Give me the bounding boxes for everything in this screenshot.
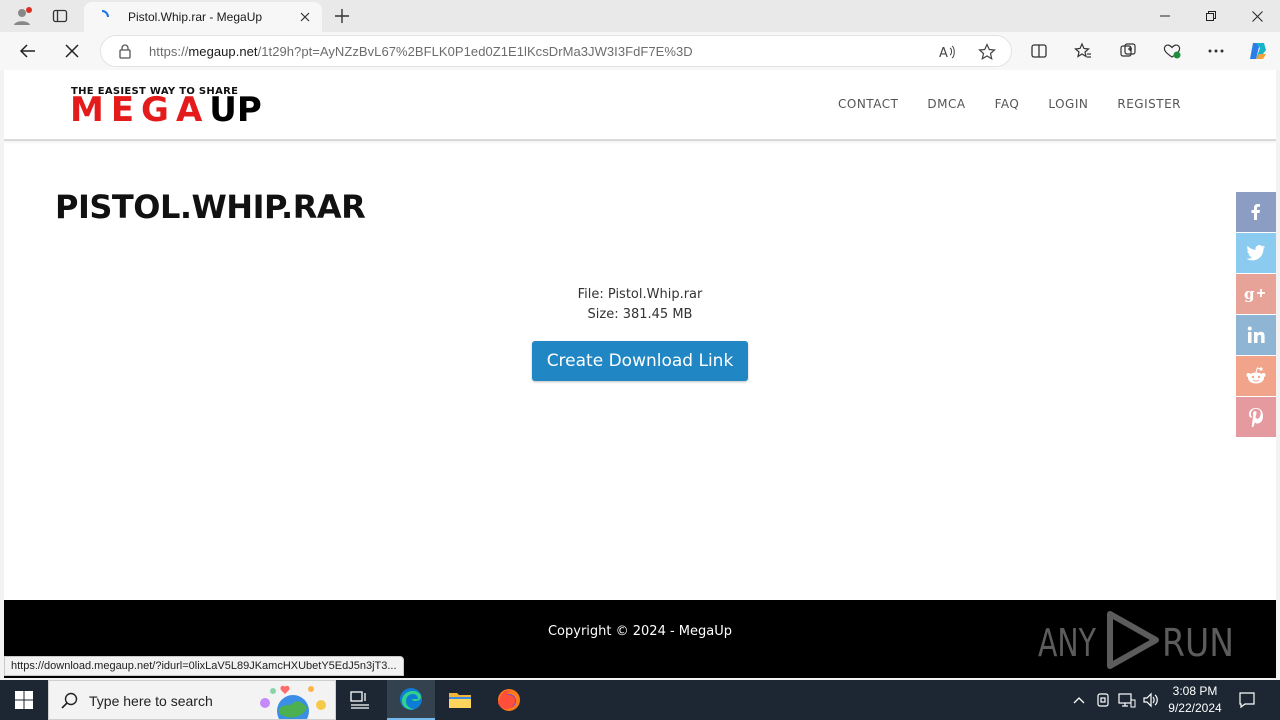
anyrun-watermark-icon: ANY RUN bbox=[1038, 611, 1234, 669]
profile-avatar-icon[interactable] bbox=[10, 4, 34, 28]
copilot-icon[interactable] bbox=[1244, 37, 1272, 65]
page-viewport: THE EASIEST WAY TO SHARE MEGAUP CONTACT … bbox=[4, 70, 1276, 678]
notification-center-icon[interactable] bbox=[1237, 690, 1257, 710]
address-bar[interactable]: https://megaup.net/1t29h?pt=AyNZzBvL67%2… bbox=[100, 35, 1012, 67]
nav-contact[interactable]: CONTACT bbox=[838, 97, 898, 111]
tray-volume-icon[interactable] bbox=[1141, 690, 1161, 710]
site-header: THE EASIEST WAY TO SHARE MEGAUP CONTACT … bbox=[4, 70, 1276, 141]
create-download-link-button[interactable]: Create Download Link bbox=[532, 341, 748, 381]
new-tab-icon[interactable] bbox=[330, 4, 354, 28]
file-size: Size: 381.45 MB bbox=[587, 307, 693, 322]
facebook-icon[interactable] bbox=[1236, 192, 1276, 232]
loading-favicon-icon bbox=[94, 9, 110, 25]
url-text[interactable]: https://megaup.net/1t29h?pt=AyNZzBvL67%2… bbox=[149, 44, 693, 59]
read-aloud-icon[interactable]: A bbox=[935, 40, 959, 64]
browser-toolbar: https://megaup.net/1t29h?pt=AyNZzBvL67%2… bbox=[0, 32, 1280, 70]
clock-time: 3:08 PM bbox=[1172, 684, 1218, 698]
taskbar-clock[interactable]: 3:08 PM 9/22/2024 bbox=[1160, 683, 1230, 717]
nav-faq[interactable]: FAQ bbox=[995, 97, 1020, 111]
tray-overflow-chevron-icon[interactable] bbox=[1069, 690, 1089, 710]
pinterest-icon[interactable] bbox=[1236, 397, 1276, 437]
restore-window-icon[interactable] bbox=[1188, 0, 1234, 32]
windows-start-icon[interactable] bbox=[0, 680, 48, 720]
file-name: File: Pistol.Whip.rar bbox=[577, 287, 703, 302]
linkedin-icon[interactable] bbox=[1236, 315, 1276, 355]
status-bar-url: https://download.megaup.net/?idurl=0lixL… bbox=[4, 656, 404, 676]
minimize-window-icon[interactable] bbox=[1142, 0, 1188, 32]
windows-taskbar: Type here to search 3:08 PM 9/22/2024 bbox=[0, 680, 1280, 720]
social-share-bar: g bbox=[1236, 192, 1276, 438]
tab-close-icon[interactable] bbox=[296, 8, 314, 26]
search-placeholder: Type here to search bbox=[89, 693, 213, 709]
browser-essentials-icon[interactable] bbox=[1158, 37, 1186, 65]
tab-actions-icon[interactable] bbox=[48, 4, 72, 28]
site-nav: CONTACT DMCA FAQ LOGIN REGISTER bbox=[809, 97, 1181, 111]
more-options-icon[interactable] bbox=[1202, 37, 1230, 65]
file-explorer-icon[interactable] bbox=[436, 680, 484, 720]
browser-tabstrip: Pistol.Whip.rar - MegaUp bbox=[0, 0, 1280, 32]
svg-text:ANY: ANY bbox=[1038, 621, 1097, 665]
clock-date: 9/22/2024 bbox=[1168, 701, 1222, 715]
stop-loading-icon[interactable] bbox=[58, 37, 86, 65]
lock-icon[interactable] bbox=[117, 43, 133, 59]
search-icon bbox=[61, 692, 78, 709]
nav-dmca[interactable]: DMCA bbox=[927, 97, 965, 111]
tray-network-icon[interactable] bbox=[1117, 690, 1137, 710]
twitter-icon[interactable] bbox=[1236, 233, 1276, 273]
tab-title: Pistol.Whip.rar - MegaUp bbox=[128, 10, 263, 24]
file-info: File: Pistol.Whip.rar Size: 381.45 MB bbox=[4, 285, 1276, 325]
browser-tab-active[interactable]: Pistol.Whip.rar - MegaUp bbox=[84, 2, 322, 32]
favorites-icon[interactable] bbox=[1069, 37, 1097, 65]
logo-wordmark: MEGAUP bbox=[70, 90, 262, 130]
close-window-icon[interactable] bbox=[1234, 0, 1280, 32]
google-plus-icon[interactable]: g bbox=[1236, 274, 1276, 314]
svg-text:A: A bbox=[939, 46, 948, 61]
svg-text:g: g bbox=[1244, 285, 1255, 303]
collections-icon[interactable] bbox=[1114, 37, 1142, 65]
taskbar-search-box[interactable]: Type here to search bbox=[48, 680, 336, 720]
tray-security-icon[interactable] bbox=[1093, 690, 1113, 710]
nav-register[interactable]: REGISTER bbox=[1117, 97, 1181, 111]
megaup-logo[interactable]: THE EASIEST WAY TO SHARE MEGAUP bbox=[70, 84, 276, 128]
reddit-icon[interactable] bbox=[1236, 356, 1276, 396]
favorite-star-icon[interactable] bbox=[975, 40, 999, 64]
search-highlight-globe-icon bbox=[260, 685, 326, 719]
taskbar-edge-icon[interactable] bbox=[387, 680, 435, 720]
firefox-icon[interactable] bbox=[485, 680, 533, 720]
svg-text:RUN: RUN bbox=[1162, 621, 1234, 665]
nav-login[interactable]: LOGIN bbox=[1048, 97, 1088, 111]
split-screen-icon[interactable] bbox=[1025, 37, 1053, 65]
task-view-icon[interactable] bbox=[336, 680, 384, 720]
back-arrow-icon[interactable] bbox=[14, 37, 42, 65]
page-title: PISTOL.WHIP.RAR bbox=[55, 188, 366, 226]
